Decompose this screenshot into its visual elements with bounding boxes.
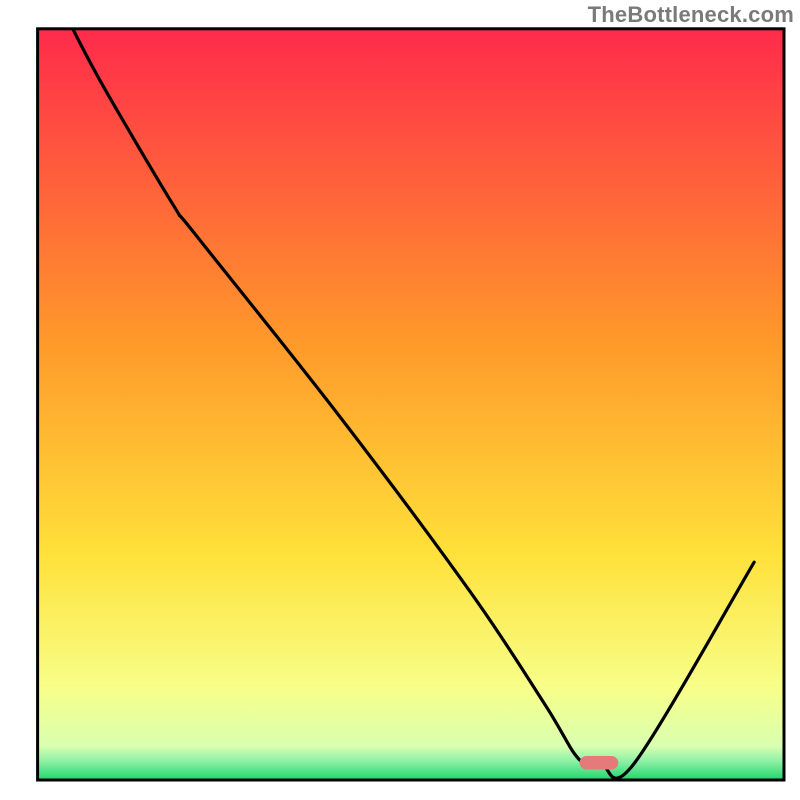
watermark-text: TheBottleneck.com (588, 2, 794, 28)
plot-background (38, 29, 784, 780)
red-marker (579, 756, 618, 770)
chart-container: TheBottleneck.com (0, 0, 800, 800)
bottleneck-chart (0, 0, 800, 800)
